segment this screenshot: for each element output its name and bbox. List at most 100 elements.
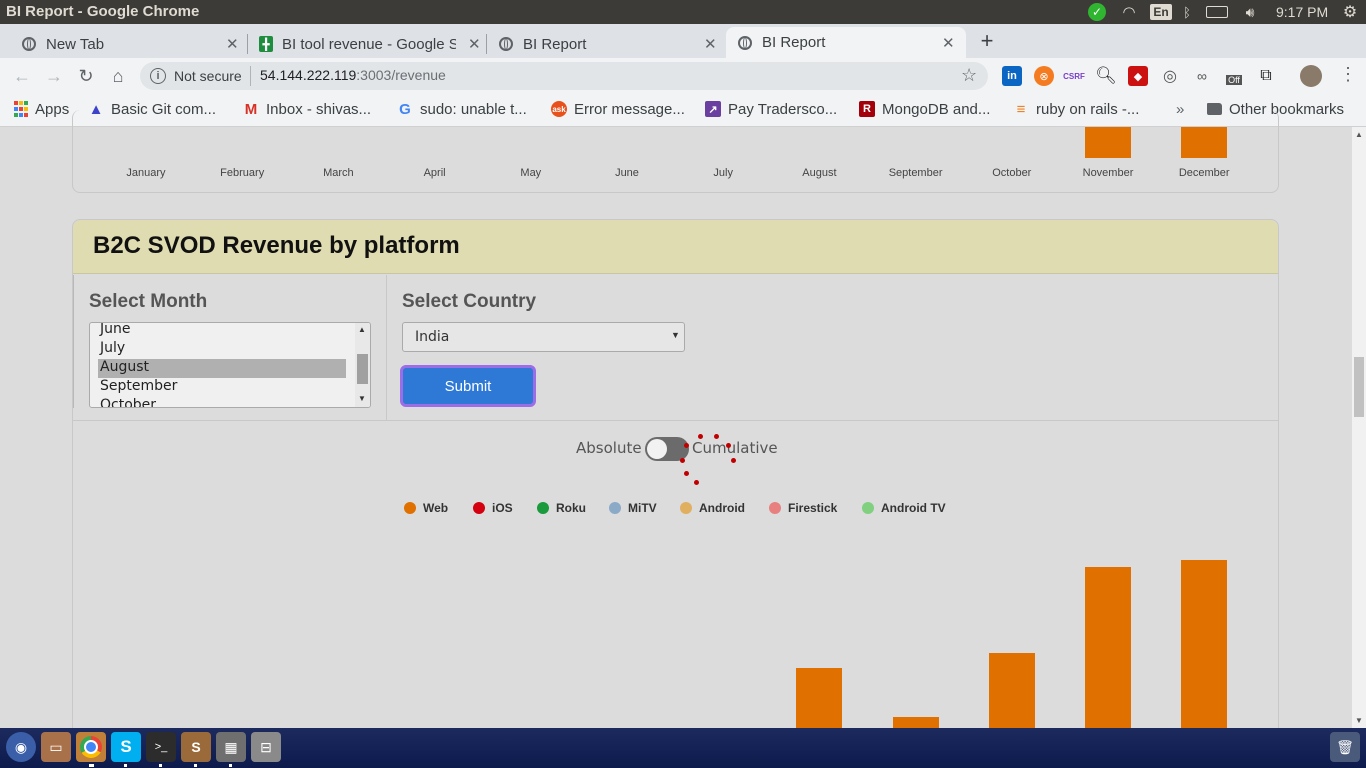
dropdown-arrow-icon: ▼ bbox=[671, 330, 680, 340]
skype-icon[interactable]: S bbox=[111, 732, 141, 762]
profile-avatar[interactable] bbox=[1300, 65, 1322, 87]
tab-new-tab[interactable]: New Tab ✕ bbox=[10, 30, 242, 58]
previous-chart-bar bbox=[1181, 127, 1228, 158]
scroll-up-arrow-icon[interactable]: ▲ bbox=[358, 325, 366, 334]
close-icon[interactable]: ✕ bbox=[942, 34, 955, 52]
forward-arrow-icon[interactable]: → bbox=[42, 64, 66, 88]
revenue-bar[interactable] bbox=[1085, 566, 1131, 728]
tab-bi-report-active[interactable]: BI Report ✕ bbox=[726, 27, 966, 58]
files-icon[interactable]: ▭ bbox=[41, 732, 71, 762]
previous-chart-bar bbox=[1085, 127, 1131, 158]
url-host: 54.144.222.119 bbox=[260, 67, 357, 83]
trash-icon[interactable]: 🗑︎ bbox=[1330, 732, 1360, 762]
page-scroll-down-icon[interactable]: ▼ bbox=[1355, 716, 1363, 725]
close-icon[interactable]: ✕ bbox=[704, 35, 717, 53]
ruby-extension-icon[interactable]: ◆ bbox=[1128, 66, 1148, 86]
back-arrow-icon[interactable]: ← bbox=[10, 64, 34, 88]
legend-item[interactable]: Android TV bbox=[862, 500, 946, 516]
legend-swatch bbox=[537, 502, 549, 514]
revenue-bar[interactable] bbox=[1181, 559, 1228, 728]
x-tick-label: July bbox=[713, 167, 733, 179]
battery-icon[interactable] bbox=[1205, 2, 1229, 22]
legend-label: MiTV bbox=[628, 501, 657, 515]
scroll-down-arrow-icon[interactable]: ▼ bbox=[358, 394, 366, 403]
tab-title: BI Report bbox=[762, 34, 826, 51]
calculator-icon[interactable]: ▦ bbox=[216, 732, 246, 762]
menu-kebab-icon[interactable]: ⋮ bbox=[1339, 64, 1357, 85]
x-tick-label: January bbox=[126, 167, 166, 179]
legend-item[interactable]: iOS bbox=[473, 500, 513, 516]
revenue-bar[interactable] bbox=[796, 667, 843, 728]
keyboard-layout-indicator[interactable]: En bbox=[1150, 2, 1172, 22]
legend-item[interactable]: Android bbox=[680, 500, 745, 516]
home-icon[interactable]: ⌂ bbox=[106, 64, 130, 88]
legend-label: Android bbox=[699, 501, 745, 515]
bookmark-star-icon[interactable]: ☆ bbox=[961, 65, 977, 86]
legend-item[interactable]: Roku bbox=[537, 500, 586, 516]
swap-extension-icon[interactable]: ⊗ bbox=[1034, 66, 1054, 86]
month-option[interactable]: July bbox=[100, 340, 125, 356]
bluetooth-icon[interactable]: ᛒ bbox=[1180, 2, 1194, 22]
month-option-selected[interactable]: August bbox=[100, 359, 149, 375]
tab-bi-report[interactable]: BI Report ✕ bbox=[487, 30, 725, 58]
listbox-scroll-thumb[interactable] bbox=[357, 354, 368, 384]
tab-title: BI Report bbox=[523, 35, 587, 53]
page-scrollbar[interactable] bbox=[1352, 127, 1366, 728]
legend-label: iOS bbox=[492, 501, 513, 515]
wifi-icon[interactable]: ◠ bbox=[1118, 2, 1140, 22]
x-tick-label: April bbox=[423, 167, 446, 179]
close-icon[interactable]: ✕ bbox=[468, 35, 481, 53]
csrf-extension-label: CSRF bbox=[1063, 71, 1085, 81]
legend-swatch bbox=[473, 502, 485, 514]
submit-button[interactable]: Submit bbox=[400, 365, 536, 407]
clock[interactable]: 9:17 PM bbox=[1276, 4, 1328, 20]
x-tick-label: February bbox=[220, 167, 265, 179]
off-extension-icon[interactable]: Off bbox=[1224, 66, 1244, 86]
revenue-bar[interactable] bbox=[988, 653, 1035, 728]
sheets-icon: ╋ bbox=[259, 36, 273, 52]
terminal-icon[interactable]: >_ bbox=[146, 732, 176, 762]
month-option[interactable]: October bbox=[100, 397, 156, 407]
revenue-bar[interactable] bbox=[892, 716, 939, 728]
country-select[interactable]: India ▼ bbox=[402, 322, 685, 352]
new-tab-plus-icon[interactable]: + bbox=[977, 28, 997, 53]
page-scroll-up-icon[interactable]: ▲ bbox=[1355, 130, 1363, 139]
volume-icon[interactable]: 🔊︎ bbox=[1239, 2, 1261, 22]
legend-item[interactable]: MiTV bbox=[609, 500, 657, 516]
sublime-icon[interactable]: S bbox=[181, 732, 211, 762]
tab-bi-tool-revenue[interactable]: ╋ BI tool revenue - Google Sheets ✕ bbox=[248, 30, 486, 58]
month-option[interactable]: September bbox=[100, 378, 177, 394]
x-tick-label: December bbox=[1178, 167, 1230, 179]
security-label[interactable]: Not secure bbox=[174, 68, 242, 84]
drive-icon[interactable]: ⊟ bbox=[251, 732, 281, 762]
reload-icon[interactable]: ↻ bbox=[74, 64, 98, 88]
headset-extension-icon[interactable]: ◎ bbox=[1160, 66, 1180, 86]
dash-icon[interactable]: ◉ bbox=[6, 732, 36, 762]
info-icon[interactable]: i bbox=[150, 68, 166, 84]
chrome-icon[interactable] bbox=[76, 732, 106, 762]
linkedin-extension-icon[interactable]: in bbox=[1002, 66, 1022, 86]
globe-icon bbox=[499, 37, 513, 51]
legend-swatch bbox=[404, 502, 416, 514]
toggle-absolute-label: Absolute bbox=[576, 439, 642, 457]
bookmark-apps[interactable]: Apps bbox=[14, 98, 69, 120]
month-listbox[interactable]: June July August September October ▲ ▼ bbox=[89, 322, 371, 408]
csrf-extension-icon[interactable]: CSRF bbox=[1063, 66, 1085, 86]
close-icon[interactable]: ✕ bbox=[226, 35, 239, 53]
listbox-scrollbar[interactable]: ▲ ▼ bbox=[355, 323, 370, 407]
check-icon[interactable]: ✓ bbox=[1087, 2, 1107, 22]
x-tick-label: June bbox=[615, 167, 639, 179]
copy-extension-icon[interactable]: ⧉ bbox=[1256, 66, 1276, 86]
previous-chart-bars bbox=[0, 127, 1352, 159]
legend-swatch bbox=[680, 502, 692, 514]
link-extension-icon[interactable]: ∞ bbox=[1192, 66, 1212, 86]
page-scroll-thumb[interactable] bbox=[1354, 357, 1364, 417]
loading-spinner-icon bbox=[676, 430, 740, 490]
x-tick-label: September bbox=[888, 167, 943, 179]
legend-item[interactable]: Firestick bbox=[769, 500, 837, 516]
month-option[interactable]: June bbox=[100, 323, 131, 337]
url-text[interactable]: 54.144.222.119:3003/revenue bbox=[260, 67, 446, 83]
legend-item[interactable]: Web bbox=[404, 500, 448, 516]
magnifier-extension-icon[interactable]: 🔍︎ bbox=[1095, 66, 1117, 86]
power-gear-icon[interactable]: ⚙ bbox=[1340, 2, 1360, 22]
